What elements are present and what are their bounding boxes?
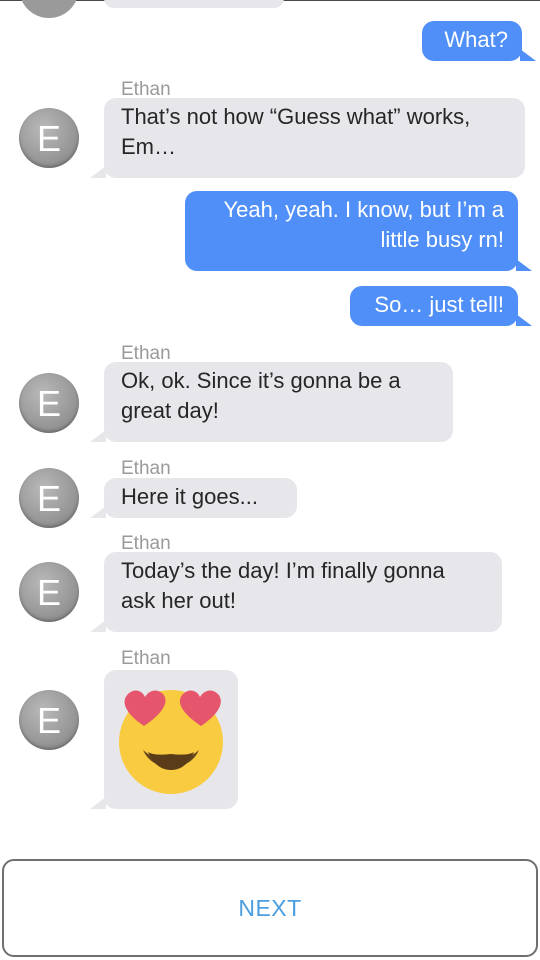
- message-bubble-incoming: That’s not how “Guess what” works, Em…: [90, 98, 525, 178]
- message-bubble-outgoing: Yeah, yeah. I know, but I’m a little bus…: [185, 191, 532, 271]
- message-bubble-outgoing: What?: [422, 21, 536, 61]
- message-text: What?: [444, 27, 508, 52]
- bubble-tail: [90, 166, 106, 178]
- message-line: ask her out!: [121, 588, 236, 613]
- message-line: Em…: [121, 134, 176, 159]
- avatar-letter: E: [36, 117, 61, 159]
- message-line: little busy rn!: [380, 227, 505, 252]
- bubble-tail: [90, 506, 106, 518]
- avatar-partial: [19, 0, 79, 18]
- bubble-tail: [516, 314, 532, 326]
- chat-thread: What? Ethan E That’s not how “Guess what…: [0, 0, 540, 840]
- avatar-letter: E: [36, 571, 61, 613]
- sender-name: Ethan: [121, 648, 171, 669]
- avatar-letter: E: [36, 477, 61, 519]
- message-line: That’s not how “Guess what” works,: [121, 104, 471, 129]
- heart-eyes-emoji-icon: [119, 690, 223, 794]
- avatar: E: [19, 373, 79, 433]
- message-line: Today’s the day! I’m finally gonna: [121, 558, 445, 583]
- avatar: E: [19, 108, 79, 168]
- avatar-letter: E: [36, 699, 61, 741]
- message-bubble-incoming: Ok, ok. Since it’s gonna be a great day!: [90, 362, 453, 442]
- message-bubble-incoming: Today’s the day! I’m finally gonna ask h…: [90, 552, 502, 632]
- bubble-tail: [516, 259, 532, 271]
- next-button[interactable]: NEXT: [2, 859, 538, 957]
- message-bubble-outgoing: So… just tell!: [350, 286, 532, 326]
- bubble-tail: [90, 797, 106, 809]
- sender-name: Ethan: [121, 79, 171, 100]
- message-bubble-emoji: [90, 670, 238, 809]
- bubble-tail: [90, 620, 106, 632]
- message-line: Ok, ok. Since it’s gonna be a: [121, 368, 401, 393]
- message-line: Yeah, yeah. I know, but I’m a: [223, 197, 504, 222]
- avatar: E: [19, 562, 79, 622]
- avatar: E: [19, 468, 79, 528]
- bubble-tail: [520, 49, 536, 61]
- bubble-tail: [90, 430, 106, 442]
- avatar-letter: E: [36, 382, 61, 424]
- next-button-label: NEXT: [238, 894, 302, 921]
- avatar: E: [19, 690, 79, 750]
- sender-name: Ethan: [121, 343, 171, 364]
- sender-name: Ethan: [121, 458, 171, 479]
- message-bubble-partial: [104, 0, 284, 8]
- message-text: So… just tell!: [374, 292, 504, 317]
- message-text: Here it goes...: [121, 484, 258, 509]
- message-bubble-incoming: Here it goes...: [90, 478, 297, 518]
- sender-name: Ethan: [121, 533, 171, 554]
- message-line: great day!: [121, 398, 219, 423]
